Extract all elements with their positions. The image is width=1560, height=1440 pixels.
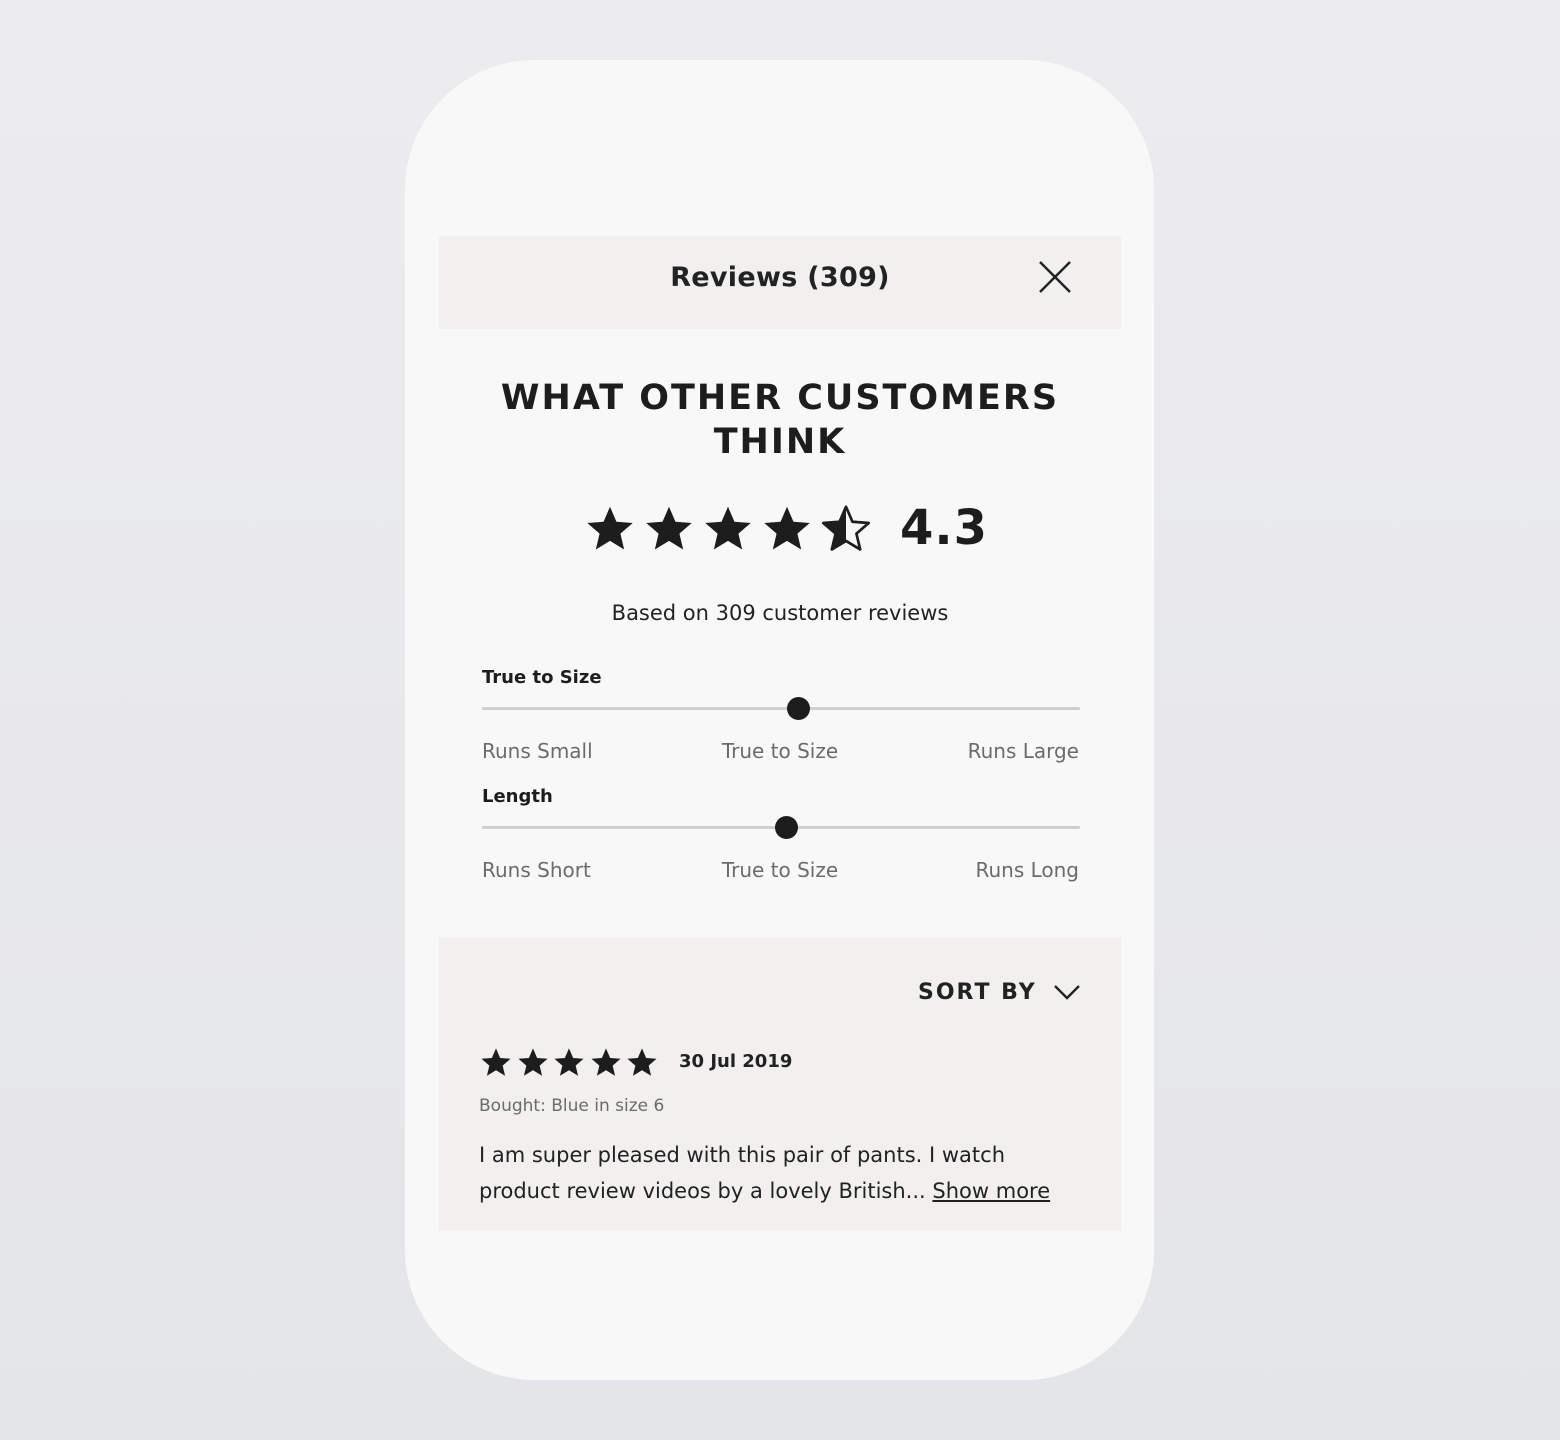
close-button[interactable] (1034, 256, 1076, 298)
star-full-icon (627, 1048, 657, 1076)
size-scale-max-label: Runs Large (967, 739, 1079, 763)
star-full-icon (705, 506, 751, 550)
star-full-icon (481, 1048, 511, 1076)
chevron-down-icon[interactable] (1052, 980, 1082, 1004)
review-count-text: Based on 309 customer reviews (611, 601, 949, 625)
modal-title: Reviews (309) (670, 262, 890, 293)
star-full-icon (591, 1048, 621, 1076)
average-rating-value: 4.3 (900, 500, 989, 556)
length-fit-label: Length (482, 786, 553, 807)
length-fit-track (482, 816, 1080, 839)
star-full-icon (764, 506, 810, 550)
show-more-link[interactable]: Show more (932, 1179, 1050, 1203)
review-date: 30 Jul 2019 (679, 1051, 793, 1072)
sort-by-button[interactable]: SORT BY (918, 980, 1037, 1005)
length-scale-mid-label: True to Size (721, 858, 839, 882)
review-text: I am super pleased with this pair of pan… (479, 1137, 1079, 1209)
star-half-icon (821, 505, 871, 551)
reviews-headline: WHAT OTHER CUSTOMERS THINK (500, 378, 1060, 462)
size-fit-track (482, 697, 1080, 720)
size-fit-label: True to Size (482, 667, 602, 688)
close-icon (1039, 261, 1071, 293)
star-full-icon (554, 1048, 584, 1076)
review-text-excerpt: I am super pleased with this pair of pan… (479, 1143, 1006, 1203)
length-scale-max-label: Runs Long (975, 858, 1079, 882)
star-full-icon (646, 506, 692, 550)
size-scale-mid-label: True to Size (721, 739, 839, 763)
star-full-icon (518, 1048, 548, 1076)
review-purchase-info: Bought: Blue in size 6 (479, 1096, 665, 1116)
star-full-icon (587, 506, 633, 550)
